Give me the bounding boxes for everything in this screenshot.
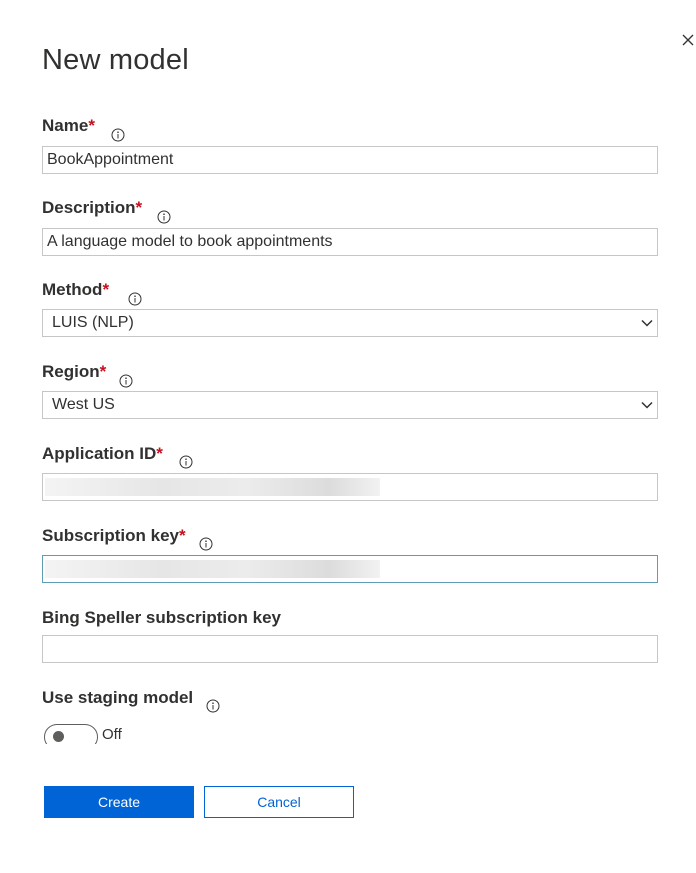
description-input[interactable]: A language model to book appointments	[42, 228, 658, 256]
redacted-value	[45, 478, 380, 496]
chevron-down-icon	[641, 319, 653, 327]
required-mark: *	[88, 116, 95, 135]
name-label: Name*	[42, 116, 95, 135]
application-id-label: Application ID*	[42, 444, 163, 463]
required-mark: *	[135, 198, 143, 217]
description-field: Description* A language model to book ap…	[42, 198, 658, 258]
application-id-input[interactable]	[42, 473, 658, 501]
staging-toggle[interactable]	[44, 724, 98, 744]
staging-model-label: Use staging model	[42, 688, 194, 707]
required-mark: *	[102, 280, 110, 299]
method-label: Method*	[42, 280, 110, 299]
method-field: Method* LUIS (NLP)	[42, 280, 658, 340]
subscription-key-label: Subscription key*	[42, 526, 186, 545]
info-icon[interactable]	[199, 537, 213, 551]
create-button[interactable]: Create	[44, 786, 194, 818]
info-icon[interactable]	[111, 128, 125, 142]
redacted-value	[45, 560, 380, 578]
bing-speller-key-label: Bing Speller subscription key	[42, 608, 282, 627]
region-selected-value: West US	[52, 396, 115, 413]
staging-toggle-wrap: Off	[42, 722, 202, 744]
required-mark: *	[178, 526, 186, 545]
name-field: Name* BookAppointment	[42, 116, 658, 176]
panel-title: New model	[42, 44, 189, 76]
bing-speller-key-field: Bing Speller subscription key	[42, 608, 658, 668]
required-mark: *	[99, 362, 107, 381]
method-selected-value: LUIS (NLP)	[52, 314, 134, 331]
info-icon[interactable]	[206, 699, 220, 713]
method-select[interactable]: LUIS (NLP)	[42, 309, 658, 337]
chevron-down-icon	[641, 401, 653, 409]
region-field: Region* West US	[42, 362, 658, 422]
toggle-knob	[53, 731, 64, 742]
description-label: Description*	[42, 198, 143, 217]
new-model-panel: New model Name* BookAppointment Descript…	[0, 0, 696, 873]
bing-speller-key-input[interactable]	[42, 635, 658, 663]
application-id-field: Application ID*	[42, 444, 658, 504]
info-icon[interactable]	[157, 210, 171, 224]
toggle-state-label: Off	[102, 726, 122, 743]
required-mark: *	[156, 444, 163, 463]
region-select[interactable]: West US	[42, 391, 658, 419]
cancel-button[interactable]: Cancel	[204, 786, 354, 818]
info-icon[interactable]	[119, 374, 133, 388]
staging-model-field: Use staging model	[42, 688, 658, 718]
close-icon[interactable]	[680, 32, 696, 48]
info-icon[interactable]	[179, 455, 193, 469]
name-input[interactable]: BookAppointment	[42, 146, 658, 174]
subscription-key-field: Subscription key*	[42, 526, 658, 586]
subscription-key-input[interactable]	[42, 555, 658, 583]
info-icon[interactable]	[128, 292, 142, 306]
region-label: Region*	[42, 362, 107, 381]
